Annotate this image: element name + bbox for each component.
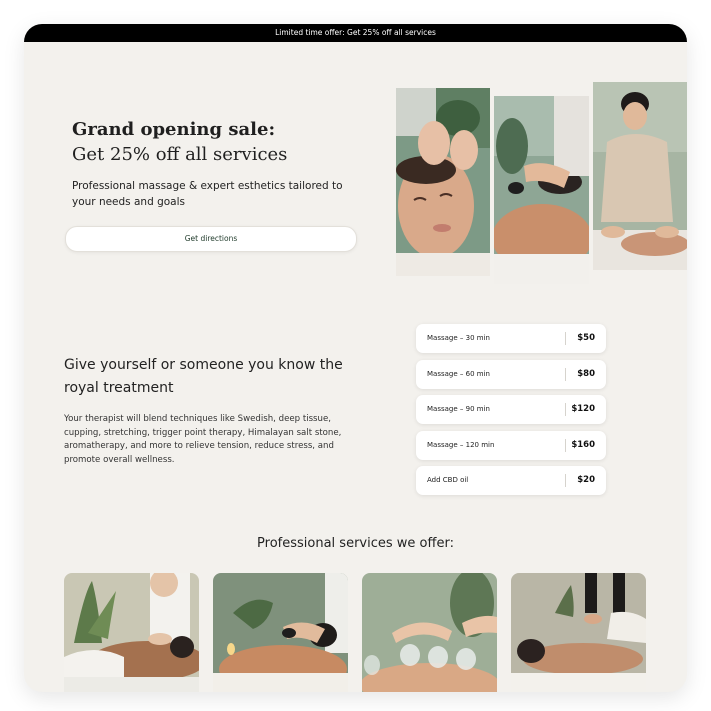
service-card-back-massage[interactable]	[64, 573, 199, 692]
price-row-price: $120	[571, 404, 595, 414]
price-row-divider	[565, 403, 566, 416]
price-row-price: $50	[577, 333, 595, 343]
price-row-price: $80	[577, 368, 595, 379]
foot-massage-image	[511, 573, 646, 692]
price-row-name: Massage – 60 min	[427, 369, 490, 378]
service-card-cupping[interactable]	[362, 573, 497, 692]
treatment-description: Your therapist will blend techniques lik…	[64, 414, 342, 465]
price-row: Add CBD oil $20	[416, 466, 606, 495]
price-row: Massage – 90 min $120	[416, 395, 606, 424]
price-row: Massage – 120 min $160	[416, 430, 606, 460]
hero-title: Grand opening sale: Get 25% off all serv…	[72, 118, 372, 168]
services-heading: Professional services we offer:	[257, 536, 454, 551]
hero-subtitle: Professional massage & expert esthetics …	[72, 180, 343, 208]
service-card-hot-stone[interactable]	[213, 573, 348, 692]
price-row-name: Massage – 90 min	[427, 405, 490, 413]
price-row-divider	[565, 474, 566, 487]
hot-stone-massage-photo	[494, 96, 589, 284]
price-row-price: $160	[571, 439, 595, 450]
price-row-divider	[565, 367, 566, 381]
cupping-image	[362, 573, 497, 692]
page-frame: Limited time offer: Get 25% off all serv…	[24, 24, 687, 692]
treatment-heading: Give yourself or someone you know the ro…	[64, 357, 343, 396]
price-row: Massage – 30 min $50	[416, 324, 606, 353]
price-row-divider	[565, 438, 566, 452]
price-row-divider	[565, 332, 566, 345]
promo-banner[interactable]: Limited time offer: Get 25% off all serv…	[24, 24, 687, 42]
hot-stone-image	[213, 573, 348, 692]
price-row-name: Massage – 30 min	[427, 334, 490, 342]
price-row: Massage – 60 min $80	[416, 359, 606, 389]
price-row-name: Massage – 120 min	[427, 440, 495, 449]
price-row-price: $20	[577, 475, 595, 485]
service-card-foot-massage[interactable]	[511, 573, 646, 692]
hero-title-line2: Get 25% off all services	[72, 144, 288, 165]
get-directions-button[interactable]: Get directions	[65, 226, 357, 252]
back-massage-image	[64, 573, 199, 692]
hero-title-line1: Grand opening sale:	[72, 119, 276, 140]
therapist-massage-photo	[593, 82, 687, 270]
price-list: Massage – 30 min $50 Massage – 60 min $8…	[416, 324, 606, 502]
facial-treatment-photo	[396, 88, 490, 276]
price-row-name: Add CBD oil	[427, 476, 469, 484]
